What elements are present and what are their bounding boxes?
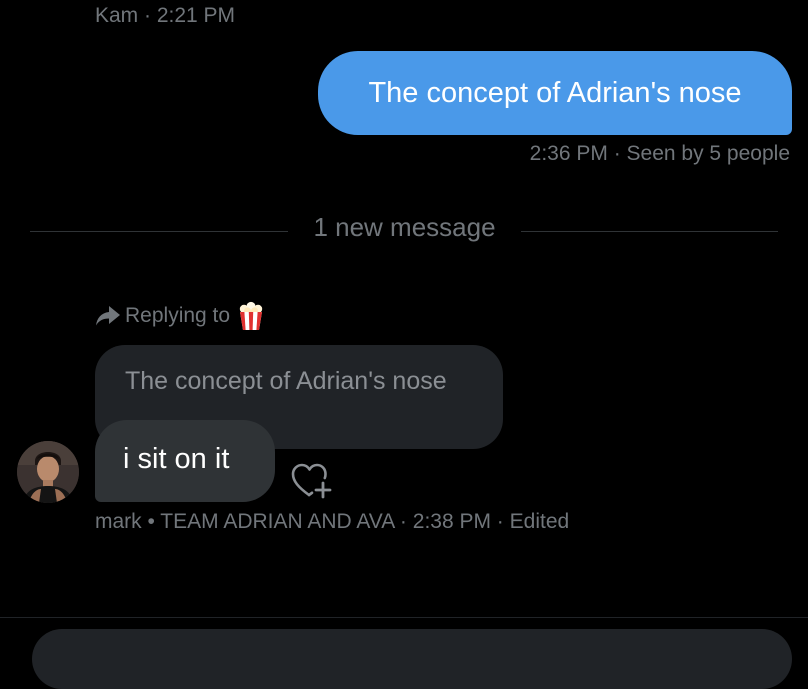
received-message-bubble[interactable]: i sit on it (95, 420, 275, 502)
sent-message-bubble[interactable]: The concept of Adrian's nose (318, 51, 792, 135)
heart-plus-icon[interactable] (290, 462, 334, 500)
popcorn-icon (238, 301, 264, 331)
divider-line-left (30, 231, 288, 232)
message-composer[interactable] (32, 629, 792, 689)
new-message-divider-label: 1 new message (313, 212, 496, 242)
divider-line-right (521, 231, 778, 232)
previous-message-meta: Kam · 2:21 PM (95, 4, 236, 27)
sent-message-text: The concept of Adrian's nose (368, 76, 742, 109)
reply-arrow-icon (95, 305, 121, 327)
quoted-message-text: The concept of Adrian's nose (125, 367, 447, 395)
sent-message-meta: 2:36 PM · Seen by 5 people (529, 142, 790, 165)
received-message-meta: mark • TEAM ADRIAN AND AVA · 2:38 PM · E… (95, 510, 570, 533)
received-message-text: i sit on it (123, 443, 230, 475)
composer-divider (0, 617, 808, 618)
avatar[interactable] (17, 441, 79, 503)
replying-to-row[interactable]: Replying to (95, 300, 264, 332)
replying-to-label: Replying to (125, 304, 231, 327)
